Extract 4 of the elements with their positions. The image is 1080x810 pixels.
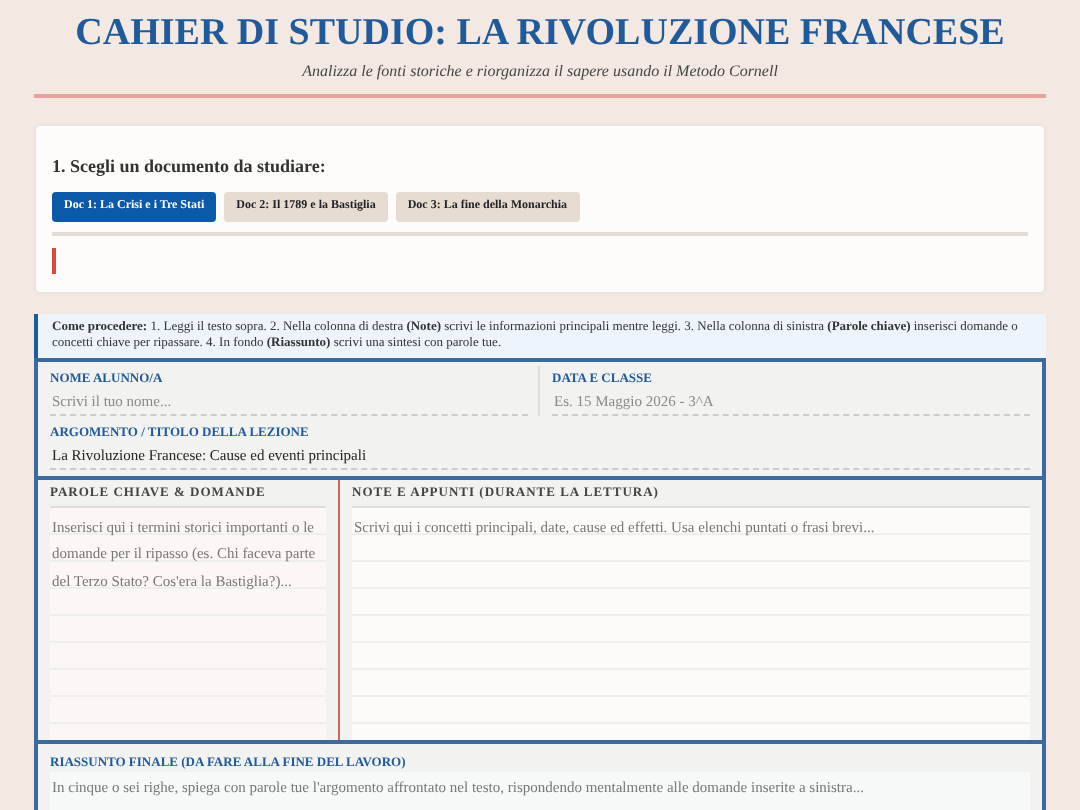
text-cursor-marker — [52, 247, 56, 273]
document-prompt: 1. Scegli un documento da studiare: — [52, 154, 328, 180]
page-subtitle: Analizza le fonti storiche e riorganizza il sapere usando il Metodo Cornell — [299, 60, 780, 82]
page-title: CAHIER DI STUDIO: LA RIVOLUZIONE FRANCESE — [73, 10, 1007, 58]
